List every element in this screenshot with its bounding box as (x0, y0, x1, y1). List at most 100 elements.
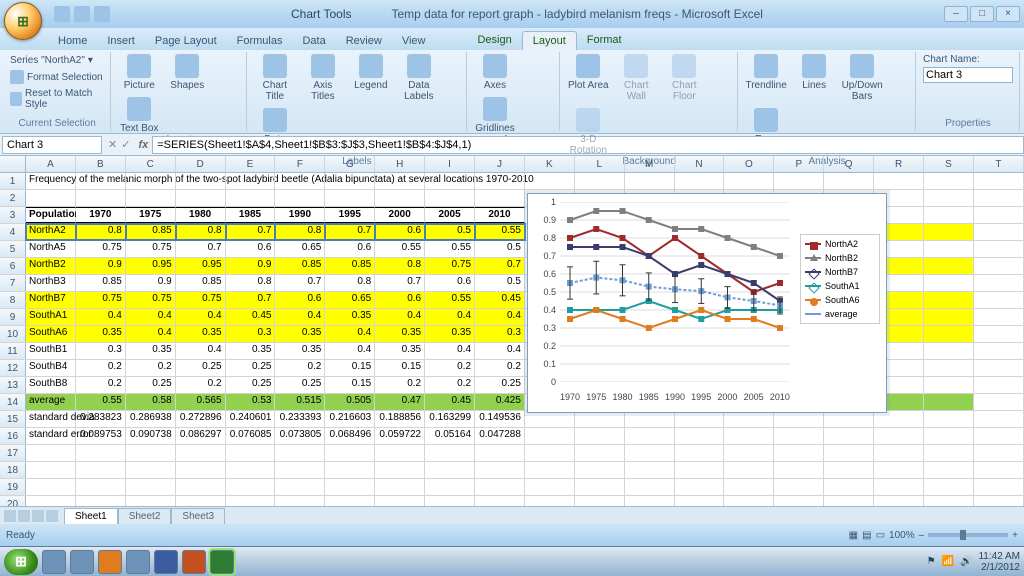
cell[interactable] (924, 292, 974, 308)
row-header[interactable]: 13 (0, 377, 26, 393)
taskbar-app-firefox-icon[interactable] (98, 550, 122, 574)
row-header[interactable]: 19 (0, 479, 26, 495)
row-header[interactable]: 15 (0, 411, 26, 427)
data-cell[interactable]: 0.2 (275, 360, 325, 376)
cell[interactable] (824, 173, 874, 189)
cell[interactable] (375, 190, 425, 206)
cell[interactable] (275, 479, 325, 495)
cell[interactable] (924, 190, 974, 206)
data-cell[interactable]: 0.15 (325, 377, 375, 393)
updown-button[interactable]: Up/Down Bars (841, 54, 883, 102)
data-cell[interactable]: 0.4 (325, 326, 375, 342)
data-cell[interactable]: 0.75 (425, 258, 475, 274)
data-cell[interactable]: 0.4 (126, 309, 176, 325)
data-cell[interactable]: 0.8 (226, 275, 276, 291)
population-name[interactable]: NorthB3 (26, 275, 76, 291)
cell[interactable] (974, 309, 1024, 325)
select-all-corner[interactable] (0, 156, 26, 172)
sheet-tab[interactable]: Sheet3 (171, 508, 225, 524)
cell[interactable] (625, 462, 675, 478)
fx-icon[interactable]: fx (134, 139, 152, 151)
cell[interactable] (824, 428, 874, 444)
cell[interactable] (675, 462, 725, 478)
table-header[interactable]: 1980 (176, 207, 226, 223)
cell[interactable] (874, 428, 924, 444)
data-cell[interactable]: 0.7 (226, 292, 276, 308)
row-header[interactable]: 4 (0, 224, 26, 240)
cell[interactable] (724, 428, 774, 444)
data-cell[interactable]: 0.240601 (226, 411, 276, 427)
row-header[interactable]: 18 (0, 462, 26, 478)
data-cell[interactable]: 0.85 (176, 275, 226, 291)
tab-review[interactable]: Review (336, 32, 392, 50)
cell[interactable] (425, 462, 475, 478)
cell[interactable] (26, 445, 76, 461)
data-cell[interactable]: 0.9 (76, 258, 126, 274)
cell[interactable] (475, 479, 525, 495)
data-cell[interactable]: 0.55 (425, 241, 475, 257)
series-selector[interactable]: Series "NorthA2" ▾ (10, 54, 93, 67)
column-header[interactable]: R (874, 156, 924, 172)
taskbar-app-powerpoint-icon[interactable] (182, 550, 206, 574)
chart-plot-area[interactable] (560, 202, 790, 382)
data-cell[interactable]: 0.47 (375, 394, 425, 410)
sheet-tab[interactable]: Sheet2 (118, 508, 172, 524)
legend-item[interactable]: SouthA6 (805, 295, 875, 305)
data-cell[interactable]: 0.25 (126, 377, 176, 393)
insert-shapes-button[interactable]: Shapes (166, 54, 208, 91)
data-cell[interactable]: 0.086297 (176, 428, 226, 444)
data-cell[interactable]: 0.05164 (425, 428, 475, 444)
row-header[interactable]: 6 (0, 258, 26, 274)
cell[interactable] (226, 479, 276, 495)
data-cell[interactable]: 0.55 (76, 394, 126, 410)
column-header[interactable]: K (525, 156, 575, 172)
population-name[interactable]: SouthA6 (26, 326, 76, 342)
row-header[interactable]: 9 (0, 309, 26, 325)
cell[interactable] (874, 411, 924, 427)
data-cell[interactable]: 0.425 (475, 394, 525, 410)
redo-icon[interactable] (94, 6, 110, 22)
cell[interactable] (874, 479, 924, 495)
cell[interactable] (176, 190, 226, 206)
cell[interactable] (774, 445, 824, 461)
chart-legend[interactable]: NorthA2NorthB2NorthB7SouthA1SouthA6avera… (800, 234, 880, 324)
cell[interactable] (525, 428, 575, 444)
table-header[interactable]: 2000 (375, 207, 425, 223)
view-normal-icon[interactable]: ▦ (849, 530, 858, 541)
save-icon[interactable] (54, 6, 70, 22)
data-cell[interactable]: 0.55 (425, 292, 475, 308)
column-header[interactable]: J (475, 156, 525, 172)
data-cell[interactable]: 0.35 (226, 343, 276, 359)
cell[interactable] (525, 411, 575, 427)
data-cell[interactable]: 0.163299 (425, 411, 475, 427)
population-name[interactable]: SouthB1 (26, 343, 76, 359)
cell[interactable] (176, 173, 226, 189)
cell[interactable] (375, 462, 425, 478)
table-header[interactable]: 1985 (226, 207, 276, 223)
data-cell[interactable]: 0.5 (475, 275, 525, 291)
cell[interactable] (625, 479, 675, 495)
cell[interactable] (475, 190, 525, 206)
column-header[interactable]: A (26, 156, 76, 172)
data-cell[interactable]: 0.85 (126, 224, 176, 240)
data-cell[interactable]: 0.25 (475, 377, 525, 393)
cell[interactable] (974, 173, 1024, 189)
data-cell[interactable]: 0.15 (375, 360, 425, 376)
data-cell[interactable]: 0.4 (375, 309, 425, 325)
cell[interactable] (974, 224, 1024, 240)
tab-data[interactable]: Data (292, 32, 335, 50)
cell[interactable] (425, 190, 475, 206)
title-cell[interactable]: Frequency of the melanic morph of the tw… (26, 173, 76, 189)
office-button[interactable]: ⊞ (4, 2, 42, 40)
group-properties[interactable]: Properties (923, 118, 1013, 129)
data-cell[interactable]: 0.75 (76, 241, 126, 257)
cell[interactable] (924, 258, 974, 274)
tab-insert[interactable]: Insert (97, 32, 145, 50)
column-header[interactable]: H (375, 156, 425, 172)
cell[interactable] (325, 462, 375, 478)
data-cell[interactable]: 0.076085 (226, 428, 276, 444)
cell[interactable] (824, 411, 874, 427)
cell[interactable] (425, 445, 475, 461)
data-cell[interactable]: 0.25 (226, 377, 276, 393)
legend-item[interactable]: NorthB2 (805, 253, 875, 263)
